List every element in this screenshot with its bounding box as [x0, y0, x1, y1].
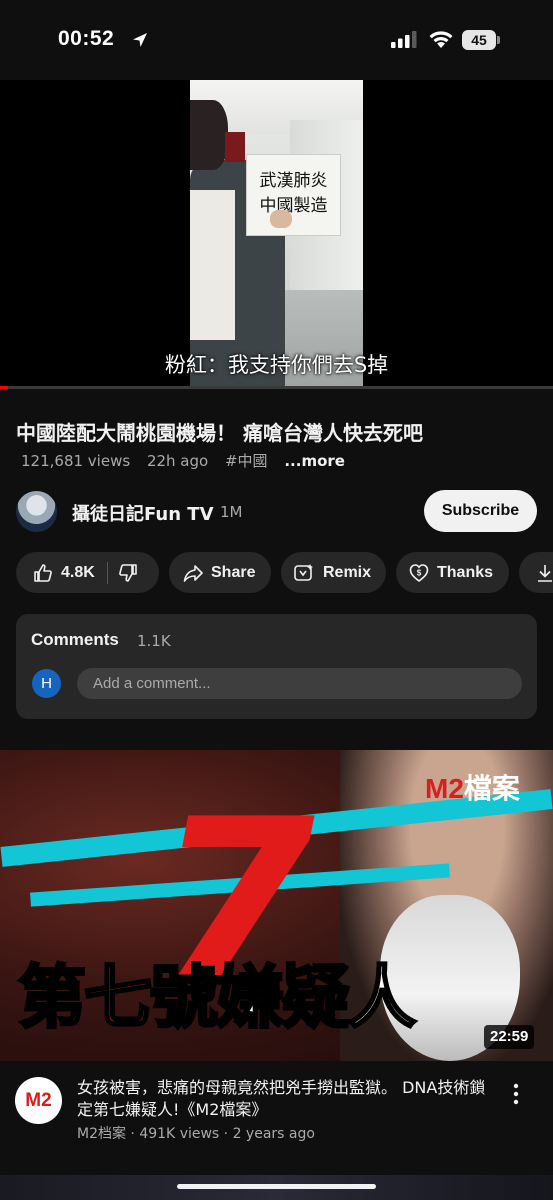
view-count: 121,681 views — [21, 452, 131, 470]
svg-text:$: $ — [417, 568, 422, 577]
next-video-thumbnail[interactable]: 7 M2檔案 第七號嫌疑人 22:59 — [0, 750, 553, 1061]
comments-count: 1.1K — [137, 632, 171, 650]
thanks-label: Thanks — [437, 563, 494, 581]
share-label: Share — [211, 563, 256, 581]
location-arrow-icon — [133, 33, 147, 47]
video-progress-bar[interactable] — [0, 386, 553, 389]
video-title[interactable]: 中國陸配大鬧桃園機場！ 痛嗆台灣人快去死吧 — [16, 417, 423, 446]
thanks-icon: $ — [409, 563, 429, 582]
subscribe-button[interactable]: Subscribe — [424, 490, 537, 532]
subscriber-count: 1M — [220, 503, 243, 521]
battery-indicator: 45 — [462, 30, 500, 50]
video-person-shirt — [190, 190, 235, 340]
download-icon — [538, 564, 552, 582]
video-wall-sign — [225, 132, 245, 162]
video-subtitle: 粉紅：我支持你們去S掉 — [164, 353, 389, 377]
video-player[interactable]: 武漢肺炎 中國製造 粉紅：我支持你們去S掉 — [0, 80, 553, 387]
thanks-button[interactable]: $ Thanks — [396, 552, 509, 593]
user-avatar: H — [32, 669, 61, 698]
remix-button[interactable]: Remix — [281, 552, 386, 593]
battery-level: 45 — [462, 30, 496, 50]
like-icon[interactable] — [33, 563, 53, 583]
remix-icon — [294, 563, 313, 581]
comments-title: Comments — [31, 630, 119, 649]
protest-sign-line-2: 中國製造 — [259, 196, 328, 216]
comments-card[interactable]: Comments 1.1K H Add a comment... — [16, 614, 537, 719]
channel-avatar[interactable] — [16, 491, 57, 532]
protest-sign: 武漢肺炎 中國製造 — [246, 154, 341, 236]
share-button[interactable]: Share — [169, 552, 271, 593]
video-person-head — [190, 100, 228, 170]
more-link[interactable]: ...more — [284, 452, 345, 470]
remix-label: Remix — [323, 563, 372, 581]
wifi-icon — [429, 31, 453, 48]
logo-m2: M2 — [425, 773, 464, 804]
like-dislike-chip[interactable]: 4.8K — [16, 552, 159, 593]
dislike-icon[interactable] — [118, 563, 138, 583]
add-comment-input[interactable]: Add a comment... — [77, 668, 522, 699]
video-meta[interactable]: 121,681 views 22h ago #中國 ...more — [21, 450, 357, 471]
video-progress-fill — [0, 386, 9, 389]
chip-divider — [106, 561, 108, 584]
more-options-icon[interactable] — [508, 1082, 524, 1106]
channel-name[interactable]: 攝徒日記Fun TV — [72, 500, 214, 526]
protest-sign-line-1: 武漢肺炎 — [259, 171, 328, 191]
thumbnail-title-white: 嫌疑人 — [215, 958, 418, 1040]
next-channel-avatar[interactable]: M2 — [15, 1077, 62, 1124]
video-person-hand — [270, 210, 292, 228]
cellular-signal-icon — [391, 31, 417, 48]
thumbnail-title: 第七號嫌疑人 — [16, 942, 418, 1041]
upload-age: 22h ago — [146, 452, 209, 470]
video-frame: 武漢肺炎 中國製造 — [190, 80, 363, 387]
next-video-meta: M2档案 · 491K views · 2 years ago — [77, 1126, 315, 1142]
logo-text: 檔案 — [463, 773, 520, 804]
status-time: 00:52 — [58, 27, 115, 50]
thumbnail-title-red: 第七號 — [16, 958, 219, 1040]
hashtag[interactable]: #中國 — [225, 452, 268, 470]
video-duration: 22:59 — [484, 1025, 535, 1049]
thumbnail-channel-logo: M2檔案 — [425, 767, 520, 807]
status-bar: 00:52 45 — [0, 0, 553, 80]
download-button[interactable] — [519, 552, 553, 593]
battery-nub — [497, 36, 500, 44]
share-icon — [183, 564, 203, 582]
home-indicator[interactable] — [177, 1184, 376, 1189]
next-video-title[interactable]: 女孩被害，悲痛的母親竟然把兇手撈出監獄。 DNA技術鎖定第七嫌疑人!《M2檔案》 — [77, 1077, 497, 1121]
like-count: 4.8K — [61, 563, 95, 581]
